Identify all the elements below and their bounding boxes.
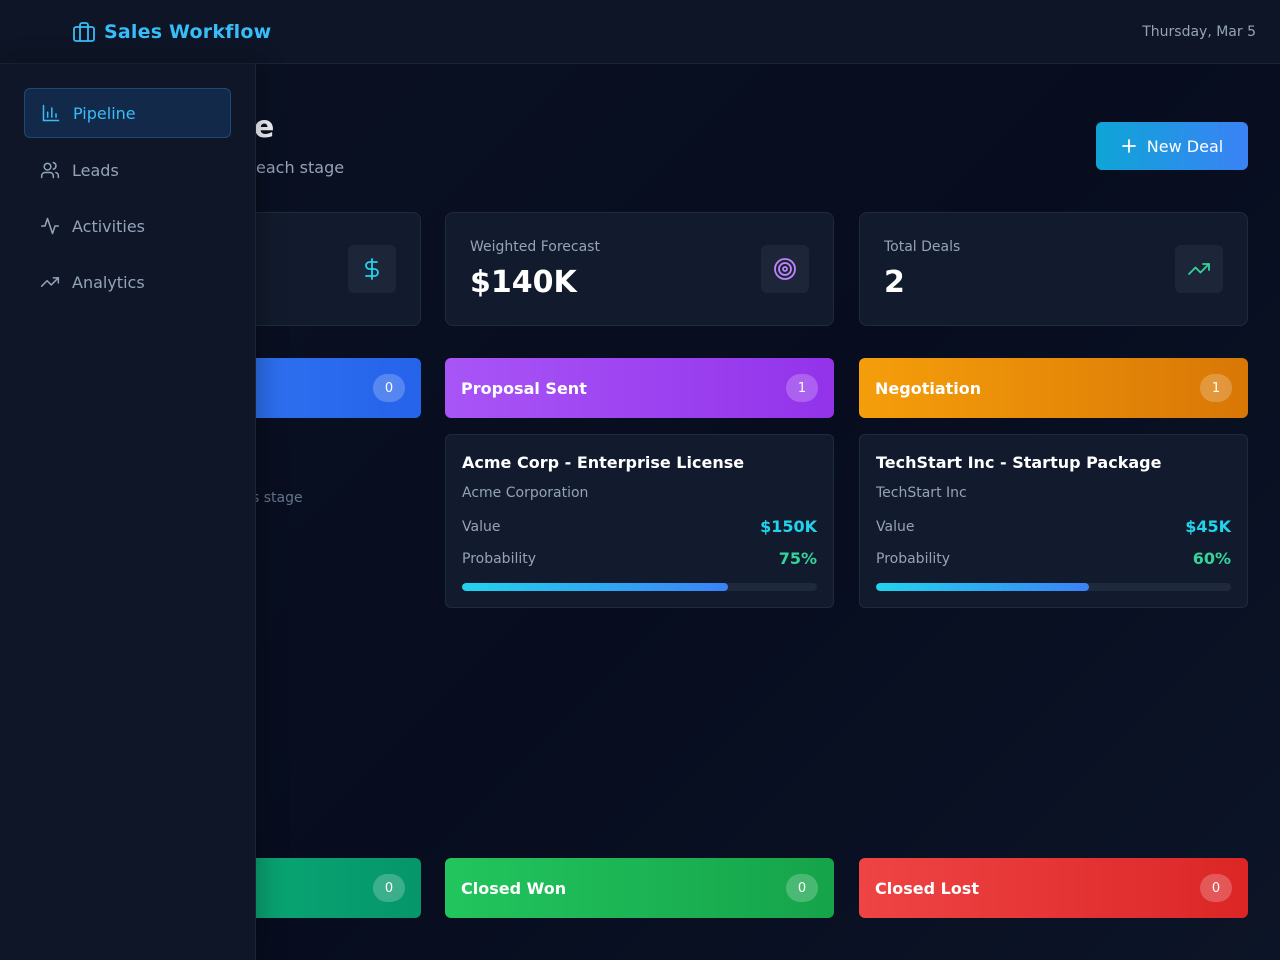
stat-label: Weighted Forecast <box>470 239 600 255</box>
trending-up-icon <box>1175 245 1223 293</box>
deal-value: $150K <box>760 517 817 536</box>
value-label: Value <box>462 518 501 535</box>
stage-count-badge: 1 <box>1200 374 1232 402</box>
stat-value: 2 <box>884 265 905 300</box>
new-deal-button[interactable]: New Deal <box>1096 122 1248 170</box>
deal-company: TechStart Inc <box>876 485 967 501</box>
probability-progress-bar <box>462 583 817 591</box>
bar-chart-icon <box>42 104 60 122</box>
sidebar-item-label: Analytics <box>72 272 145 292</box>
dollar-icon <box>348 245 396 293</box>
stat-card-total-deals: Total Deals 2 <box>859 212 1248 326</box>
stage-header-proposal-sent[interactable]: Proposal Sent 1 <box>445 358 834 418</box>
deal-card[interactable]: TechStart Inc - Startup Package TechStar… <box>859 434 1248 608</box>
stage-header-negotiation[interactable]: Negotiation 1 <box>859 358 1248 418</box>
deal-probability: 60% <box>1192 549 1231 568</box>
deal-value: $45K <box>1185 517 1231 536</box>
sidebar-item-analytics[interactable]: Analytics <box>24 257 231 307</box>
stage-name: Closed Won <box>461 878 567 898</box>
stage-name: Closed Lost <box>875 878 979 898</box>
top-bar: Sales Workflow Thursday, Mar 5 <box>0 0 1280 64</box>
users-icon <box>40 161 60 179</box>
stage-count-badge: 0 <box>373 874 405 902</box>
stage-count-badge: 0 <box>786 874 818 902</box>
stage-header-closed-won[interactable]: Closed Won 0 <box>445 858 834 918</box>
deal-probability: 75% <box>778 549 817 568</box>
stage-header-closed-lost[interactable]: Closed Lost 0 <box>859 858 1248 918</box>
sidebar-item-label: Activities <box>72 216 145 236</box>
stage-name: Negotiation <box>875 378 982 398</box>
sidebar-item-label: Leads <box>72 160 119 180</box>
stat-value: $140K <box>470 265 577 300</box>
probability-label: Probability <box>462 550 537 567</box>
sidebar-item-label: Pipeline <box>73 103 136 123</box>
deal-title: Acme Corp - Enterprise License <box>462 453 745 472</box>
sidebar-item-activities[interactable]: Activities <box>24 201 231 251</box>
briefcase-icon <box>72 20 96 44</box>
deal-company: Acme Corporation <box>462 485 589 501</box>
app-title: Sales Workflow <box>104 21 272 43</box>
deal-probability-row: Probability 60% <box>876 549 1231 568</box>
deal-value-row: Value $45K <box>876 517 1231 536</box>
new-deal-label: New Deal <box>1146 136 1224 156</box>
stat-label: Total Deals <box>884 239 961 255</box>
activity-icon <box>40 217 60 235</box>
stage-name: Proposal Sent <box>461 378 587 398</box>
progress-fill <box>876 583 1089 591</box>
deal-card[interactable]: Acme Corp - Enterprise License Acme Corp… <box>445 434 834 608</box>
probability-progress-bar <box>876 583 1231 591</box>
plus-icon <box>1121 139 1136 153</box>
stage-count-badge: 0 <box>373 374 405 402</box>
brand[interactable]: Sales Workflow <box>72 20 271 44</box>
stage-count-badge: 0 <box>1200 874 1232 902</box>
progress-fill <box>462 583 729 591</box>
deal-value-row: Value $150K <box>462 517 817 536</box>
target-icon <box>761 245 809 293</box>
deal-title: TechStart Inc - Startup Package <box>876 453 1162 472</box>
sidebar-item-pipeline[interactable]: Pipeline <box>24 88 231 138</box>
sidebar-item-leads[interactable]: Leads <box>24 145 231 195</box>
deal-probability-row: Probability 75% <box>462 549 817 568</box>
sidebar: Pipeline Leads Activities Analytics <box>0 64 256 960</box>
current-date: Thursday, Mar 5 <box>1142 24 1256 40</box>
stage-count-badge: 1 <box>786 374 818 402</box>
probability-label: Probability <box>876 550 951 567</box>
value-label: Value <box>876 518 915 535</box>
trending-up-icon <box>40 277 60 287</box>
stat-card-weighted-forecast: Weighted Forecast $140K <box>445 212 834 326</box>
